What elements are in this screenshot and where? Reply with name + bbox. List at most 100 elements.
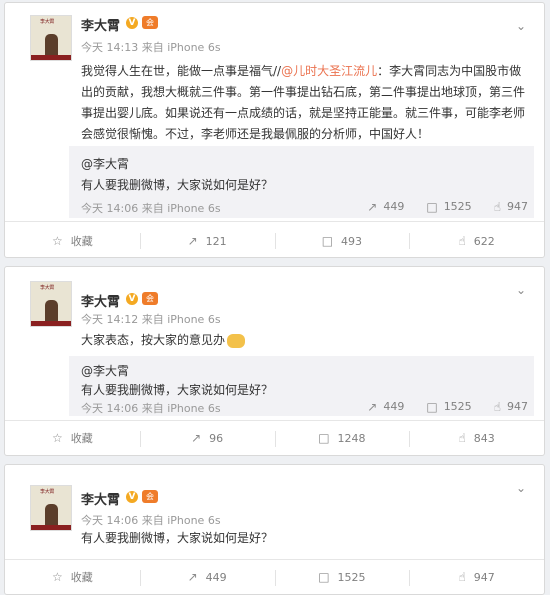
- repost-text: 有人要我删微博，大家说如何是好？: [81, 178, 274, 192]
- repost-likes[interactable]: ☝ 947: [494, 400, 528, 413]
- member-badge-icon[interactable]: 会: [142, 490, 158, 503]
- comment-icon: □: [426, 199, 438, 214]
- thumbs-up-icon: ☝: [458, 431, 466, 445]
- repost-button[interactable]: ↗ 449: [139, 559, 275, 595]
- repost-stats: ↗ 449 □ 1525 ☝ 947: [367, 200, 528, 213]
- author-name[interactable]: 李大霄: [81, 15, 120, 34]
- post-meta[interactable]: 今天 14:12 来自 iPhone 6s: [81, 311, 221, 327]
- comment-button[interactable]: □ 1525: [274, 559, 410, 595]
- repost-author[interactable]: @李大霄: [81, 362, 129, 379]
- chevron-down-icon[interactable]: ⌄: [516, 283, 526, 297]
- repost-reposts-count: 449: [383, 400, 405, 413]
- star-icon: ☆: [51, 431, 63, 445]
- post-text: 我觉得人生在世，能做一点事是福气//@儿时大圣江流儿：李大霄同志为中国股市做出的…: [81, 61, 531, 145]
- repost-likes-count: 947: [507, 200, 528, 213]
- repost-icon: ↗: [367, 199, 378, 214]
- repost-likes[interactable]: ☝ 947: [494, 200, 528, 213]
- repost-meta[interactable]: 今天 14:06 来自 iPhone 6s: [81, 400, 221, 416]
- avatar-band: [31, 321, 71, 326]
- post-text-before: 我觉得人生在世，能做一点事是福气//: [81, 64, 282, 78]
- member-badge-icon[interactable]: 会: [142, 16, 158, 29]
- avatar-book-title: 李大霄: [40, 285, 55, 291]
- repost-icon: ↗: [187, 234, 198, 248]
- action-bar: ☆ 收藏 ↗ 449 □ 1525 ☝ 947: [5, 559, 544, 595]
- post-text: 有人要我删微博，大家说如何是好？: [81, 531, 274, 545]
- post-meta[interactable]: 今天 14:06 来自 iPhone 6s: [81, 512, 221, 528]
- comment-count: 1248: [337, 431, 366, 445]
- verified-badge-icon: V: [126, 293, 138, 305]
- chevron-down-icon[interactable]: ⌄: [516, 481, 526, 495]
- verified-badge-icon: V: [126, 17, 138, 29]
- collect-label: 收藏: [70, 432, 93, 445]
- verified-badge-icon: V: [126, 491, 138, 503]
- thumbs-up-icon: ☝: [458, 570, 466, 584]
- like-count: 843: [473, 431, 495, 445]
- like-count: 947: [473, 570, 495, 584]
- collect-label: 收藏: [70, 571, 93, 584]
- like-button[interactable]: ☝ 843: [409, 420, 544, 456]
- repost-box[interactable]: @李大霄 有人要我删微博，大家说如何是好？ 今天 14:06 来自 iPhone…: [69, 146, 534, 218]
- repost-icon: ↗: [187, 570, 198, 584]
- star-icon: ☆: [51, 570, 63, 584]
- repost-comments-count: 1525: [443, 400, 472, 413]
- post-text: 大家表态，按大家的意见办: [81, 330, 531, 351]
- comment-icon: □: [321, 234, 334, 248]
- action-bar: ☆ 收藏 ↗ 96 □ 1248 ☝ 843: [5, 420, 544, 456]
- handshake-emoji-icon: [227, 333, 246, 348]
- weibo-feed: 李大霄 李大霄 V 会 今天 14:13 来自 iPhone 6s ⌄ 我觉得人…: [0, 0, 550, 595]
- repost-comments[interactable]: □ 1525: [426, 200, 471, 213]
- like-button[interactable]: ☝ 622: [409, 222, 544, 260]
- repost-button[interactable]: ↗ 96: [139, 420, 275, 456]
- post-card: 李大霄 李大霄 V 会 今天 14:06 来自 iPhone 6s ⌄ 有人要我…: [4, 464, 545, 595]
- avatar[interactable]: 李大霄: [30, 281, 72, 327]
- repost-likes-count: 947: [507, 400, 528, 413]
- repost-count: 121: [205, 234, 227, 248]
- comment-button[interactable]: □ 493: [274, 222, 410, 260]
- chevron-down-icon[interactable]: ⌄: [516, 19, 526, 33]
- repost-comments[interactable]: □ 1525: [426, 400, 471, 413]
- comment-button[interactable]: □ 1248: [274, 420, 410, 456]
- repost-box[interactable]: @李大霄 有人要我删微博，大家说如何是好？ 今天 14:06 来自 iPhone…: [69, 356, 534, 416]
- thumbs-up-icon: ☝: [493, 199, 501, 214]
- comment-icon: □: [426, 399, 438, 414]
- post-meta[interactable]: 今天 14:13 来自 iPhone 6s: [81, 39, 221, 55]
- collect-button[interactable]: ☆ 收藏: [5, 559, 140, 595]
- comment-icon: □: [318, 431, 330, 445]
- repost-count: 96: [209, 431, 224, 445]
- avatar-book-title: 李大霄: [40, 489, 55, 495]
- collect-button[interactable]: ☆ 收藏: [5, 420, 140, 456]
- avatar-book-title: 李大霄: [40, 19, 55, 25]
- mention-link[interactable]: @儿时大圣江流儿: [281, 64, 377, 78]
- member-badge-icon[interactable]: 会: [142, 292, 158, 305]
- repost-text: 有人要我删微博，大家说如何是好？: [81, 383, 274, 397]
- collect-button[interactable]: ☆ 收藏: [5, 222, 140, 260]
- post-text-content: 大家表态，按大家的意见办: [81, 333, 226, 347]
- post-card: 李大霄 李大霄 V 会 今天 14:13 来自 iPhone 6s ⌄ 我觉得人…: [4, 2, 545, 258]
- repost-meta[interactable]: 今天 14:06 来自 iPhone 6s: [81, 200, 221, 216]
- repost-comments-count: 1525: [443, 200, 472, 213]
- repost-reposts-count: 449: [383, 200, 405, 213]
- avatar-band: [31, 55, 71, 60]
- collect-label: 收藏: [70, 235, 93, 248]
- avatar-band: [31, 525, 71, 530]
- thumbs-up-icon: ☝: [493, 399, 501, 414]
- repost-stats: ↗ 449 □ 1525 ☝ 947: [367, 400, 528, 413]
- like-count: 622: [473, 234, 495, 248]
- author-name[interactable]: 李大霄: [81, 291, 120, 310]
- avatar[interactable]: 李大霄: [30, 485, 72, 531]
- comment-icon: □: [318, 570, 330, 584]
- repost-button[interactable]: ↗ 121: [139, 222, 275, 260]
- post-card: 李大霄 李大霄 V 会 今天 14:12 来自 iPhone 6s ⌄ 大家表态…: [4, 266, 545, 456]
- avatar[interactable]: 李大霄: [30, 15, 72, 61]
- repost-icon: ↗: [367, 399, 378, 414]
- repost-reposts[interactable]: ↗ 449: [367, 200, 404, 213]
- repost-reposts[interactable]: ↗ 449: [367, 400, 404, 413]
- comment-count: 493: [341, 234, 363, 248]
- repost-icon: ↗: [191, 431, 202, 445]
- comment-count: 1525: [337, 570, 366, 584]
- repost-author[interactable]: @李大霄: [81, 155, 129, 172]
- thumbs-up-icon: ☝: [458, 234, 466, 248]
- action-bar: ☆ 收藏 ↗ 121 □ 493 ☝ 622: [5, 222, 544, 260]
- author-name[interactable]: 李大霄: [81, 489, 120, 508]
- like-button[interactable]: ☝ 947: [409, 559, 544, 595]
